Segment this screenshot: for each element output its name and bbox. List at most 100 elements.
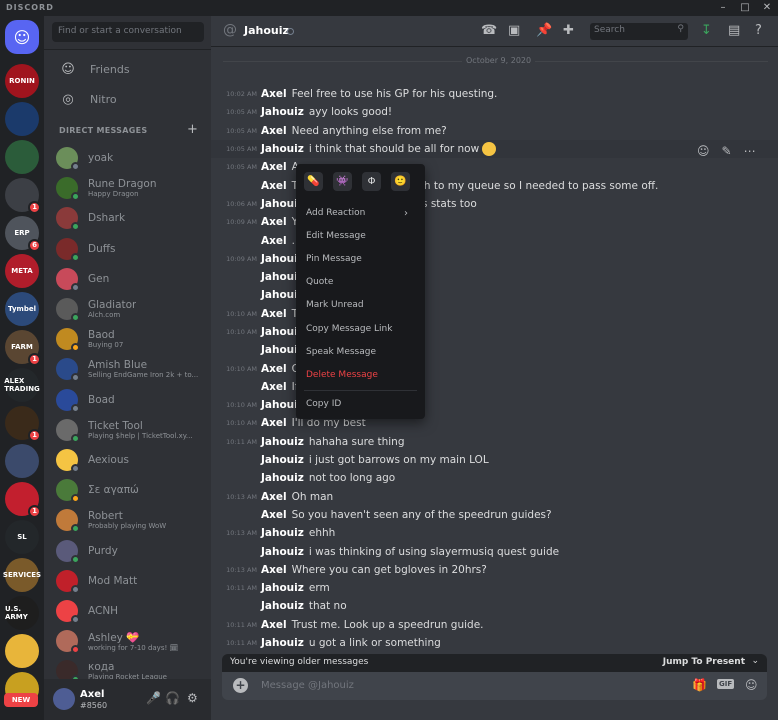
reaction-face-icon[interactable]: 🙂: [391, 172, 410, 191]
context-menu-item[interactable]: Delete Message: [306, 370, 378, 380]
dm-item[interactable]: Ticket Tool Playing $help | TicketTool.xy…: [50, 415, 208, 445]
message-author[interactable]: Axel: [261, 88, 287, 100]
dm-item[interactable]: ACNH: [50, 596, 208, 626]
dm-item[interactable]: Ashley 💝 working for 7-10 days! 🗓: [50, 626, 208, 656]
message-row[interactable]: 10:13 AM Axel Where you can get bgloves in…: [211, 561, 778, 579]
jump-to-present-button[interactable]: Jump To Present: [663, 657, 745, 667]
dm-item[interactable]: Duffs: [50, 234, 208, 264]
message-author[interactable]: Axel: [261, 509, 287, 521]
add-friend-icon[interactable]: ✚: [563, 23, 574, 38]
emoji-picker-icon[interactable]: ☺: [745, 678, 758, 692]
pin-icon[interactable]: 📌: [536, 23, 552, 38]
home-button[interactable]: ☺: [5, 20, 39, 54]
maximize-icon[interactable]: □: [734, 0, 756, 16]
message-author[interactable]: Axel: [261, 235, 287, 247]
message-row[interactable]: 10:05 AM Axel Need anything else from me?: [211, 122, 778, 140]
message-author[interactable]: Jahouiz: [261, 546, 304, 558]
dm-item[interactable]: Dshark: [50, 203, 208, 233]
message-row[interactable]: Jahouiz i just got barrows on my main LOL: [211, 451, 778, 469]
message-author[interactable]: Jahouiz: [261, 106, 304, 118]
server-icon[interactable]: ERP 6: [5, 216, 41, 252]
server-icon[interactable]: FARM 1: [5, 330, 41, 366]
video-call-icon[interactable]: ▣: [508, 23, 520, 38]
server-icon[interactable]: U.S. ARMY: [5, 596, 39, 630]
server-icon[interactable]: SERVICES: [3, 558, 41, 592]
message-author[interactable]: Jahouiz: [261, 600, 304, 612]
settings-gear-icon[interactable]: ⚙: [187, 691, 198, 705]
context-menu-item[interactable]: Quote: [306, 277, 333, 287]
upload-plus-icon[interactable]: +: [233, 678, 248, 693]
server-icon[interactable]: SL: [5, 520, 39, 554]
message-author[interactable]: Jahouiz: [261, 454, 304, 466]
dm-item[interactable]: Gladiator Alch.com: [50, 294, 208, 324]
gift-icon[interactable]: 🎁: [692, 678, 707, 692]
server-icon[interactable]: [5, 634, 39, 668]
message-author[interactable]: Jahouiz: [261, 436, 304, 448]
message-author[interactable]: Axel: [261, 308, 287, 320]
help-icon[interactable]: ?: [755, 23, 762, 38]
message-input[interactable]: Message @Jahouiz: [261, 680, 354, 691]
message-row[interactable]: 10:05 AM Jahouiz ayy looks good!: [211, 103, 778, 121]
message-author[interactable]: Axel: [261, 619, 287, 631]
voice-call-icon[interactable]: ☎: [481, 23, 497, 38]
message-row[interactable]: Jahouiz that no: [211, 597, 778, 615]
message-row[interactable]: 10:05 AM Jahouiz i think that should be al…: [211, 139, 778, 159]
server-icon[interactable]: RONIN: [5, 64, 39, 98]
dm-item[interactable]: Aexious: [50, 445, 208, 475]
dm-item[interactable]: Boad: [50, 385, 208, 415]
server-icon[interactable]: META: [5, 254, 39, 288]
dm-item[interactable]: Gen: [50, 264, 208, 294]
message-author[interactable]: Jahouiz: [261, 143, 304, 155]
message-author[interactable]: Jahouiz: [261, 472, 304, 484]
message-row[interactable]: 10:11 AM Axel Trust me. Look up a speedrun…: [211, 616, 778, 634]
reaction-monster-icon[interactable]: 👾: [333, 172, 352, 191]
message-author[interactable]: Axel: [261, 125, 287, 137]
context-menu-item[interactable]: Speak Message: [306, 347, 376, 357]
nav-friends[interactable]: ☺ Friends: [50, 55, 205, 83]
create-dm-icon[interactable]: +: [187, 122, 198, 137]
message-row[interactable]: 10:13 AM Jahouiz ehhh: [211, 524, 778, 542]
message-row[interactable]: 10:11 AM Jahouiz u got a link or something: [211, 634, 778, 652]
reaction-trident-icon[interactable]: Φ: [362, 172, 381, 191]
dm-item[interactable]: Mod Matt: [50, 566, 208, 596]
server-icon[interactable]: 1: [5, 178, 41, 214]
inbox-icon[interactable]: ▤: [728, 23, 740, 38]
dm-item[interactable]: Amish Blue Selling EndGame Iron 2k + to..…: [50, 354, 208, 384]
more-options-icon[interactable]: ⋯: [744, 144, 756, 158]
context-menu-item[interactable]: Edit Message: [306, 231, 366, 241]
context-menu-item[interactable]: Add Reaction: [306, 208, 365, 218]
server-icon[interactable]: 1: [5, 482, 41, 518]
message-composer[interactable]: + Message @Jahouiz 🎁 GIF ☺: [222, 672, 767, 700]
avatar[interactable]: [53, 688, 75, 710]
message-author[interactable]: Axel: [261, 417, 287, 429]
message-author[interactable]: Axel: [261, 216, 287, 228]
close-icon[interactable]: ✕: [756, 0, 778, 16]
context-menu-item[interactable]: Copy Message Link: [306, 324, 392, 334]
message-author[interactable]: Jahouiz: [261, 527, 304, 539]
find-conversation-input[interactable]: Find or start a conversation: [52, 22, 204, 42]
message-row[interactable]: Jahouiz i was thinking of using slayermus…: [211, 542, 778, 560]
download-icon[interactable]: ↧: [701, 23, 712, 38]
message-author[interactable]: Axel: [261, 491, 287, 503]
server-icon[interactable]: 1: [5, 406, 41, 442]
microphone-icon[interactable]: 🎤: [146, 691, 161, 705]
message-author[interactable]: Axel: [261, 564, 287, 576]
server-icon[interactable]: [5, 140, 39, 174]
message-author[interactable]: Axel: [261, 381, 287, 393]
dm-item[interactable]: yoak: [50, 143, 208, 173]
dm-item[interactable]: Robert Probably playing WoW: [50, 505, 208, 535]
message-author[interactable]: Axel: [261, 363, 287, 375]
dm-item[interactable]: Σε αγαπώ: [50, 475, 208, 505]
server-icon[interactable]: [5, 102, 39, 136]
message-author[interactable]: Axel: [261, 180, 287, 192]
chevron-down-icon[interactable]: ⌄: [751, 656, 759, 666]
server-icon[interactable]: Tymbel: [5, 292, 39, 326]
message-row[interactable]: Jahouiz not too long ago: [211, 469, 778, 487]
search-input[interactable]: Search ⚲: [590, 23, 688, 40]
context-menu-item[interactable]: Mark Unread: [306, 300, 364, 310]
context-menu-item[interactable]: Copy ID: [306, 399, 341, 409]
server-icon[interactable]: ALEX TRADING: [4, 368, 40, 402]
nav-nitro[interactable]: ◎ Nitro: [50, 85, 205, 113]
headphones-icon[interactable]: 🎧: [165, 691, 180, 705]
dm-item[interactable]: Baod Buying 07: [50, 324, 208, 354]
